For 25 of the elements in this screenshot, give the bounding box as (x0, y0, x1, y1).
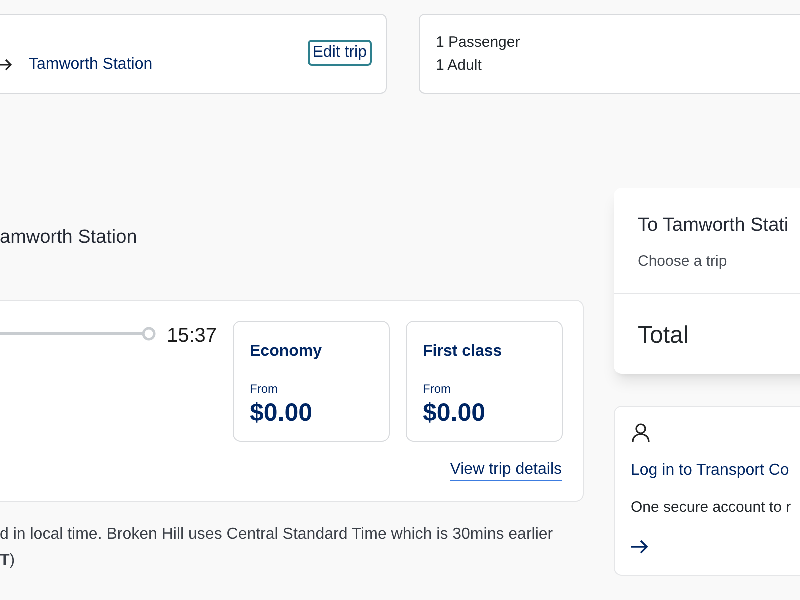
passenger-type: 1 Adult (436, 56, 483, 76)
fare-from-label: From (423, 381, 452, 398)
fare-price: $0.00 (250, 398, 314, 428)
edit-trip-button[interactable]: Edit trip (308, 40, 372, 66)
total-label: Total (637, 321, 690, 351)
view-trip-details-link[interactable]: View trip details (450, 460, 562, 481)
summary-title: To Tamworth Stati (638, 214, 790, 238)
user-icon (631, 423, 651, 443)
fare-option[interactable]: First class From $0.00 (406, 321, 563, 442)
time-zone-note: T) (0, 551, 16, 571)
time-zone-note: d in local time. Broken Hill uses Central Standard Time which is 30mins earlier (0, 525, 554, 545)
login-description: One secure account to r (631, 498, 792, 518)
section-heading: amworth Station (0, 226, 138, 250)
fare-class: Economy (250, 342, 324, 362)
arrow-right-icon[interactable] (631, 540, 649, 554)
fare-class: First class (423, 342, 504, 362)
summary-subtitle: Choose a trip (638, 252, 728, 272)
passenger-count: 1 Passenger (436, 33, 522, 53)
arrival-time: 15:37 (167, 324, 217, 349)
arrow-right-icon (0, 59, 13, 71)
fare-from-label: From (250, 381, 279, 398)
fare-price: $0.00 (423, 398, 487, 428)
destination-station: Tamworth Station (29, 55, 153, 75)
login-link[interactable]: Log in to Transport Co (631, 459, 790, 483)
fare-option[interactable]: Economy From $0.00 (233, 321, 390, 442)
